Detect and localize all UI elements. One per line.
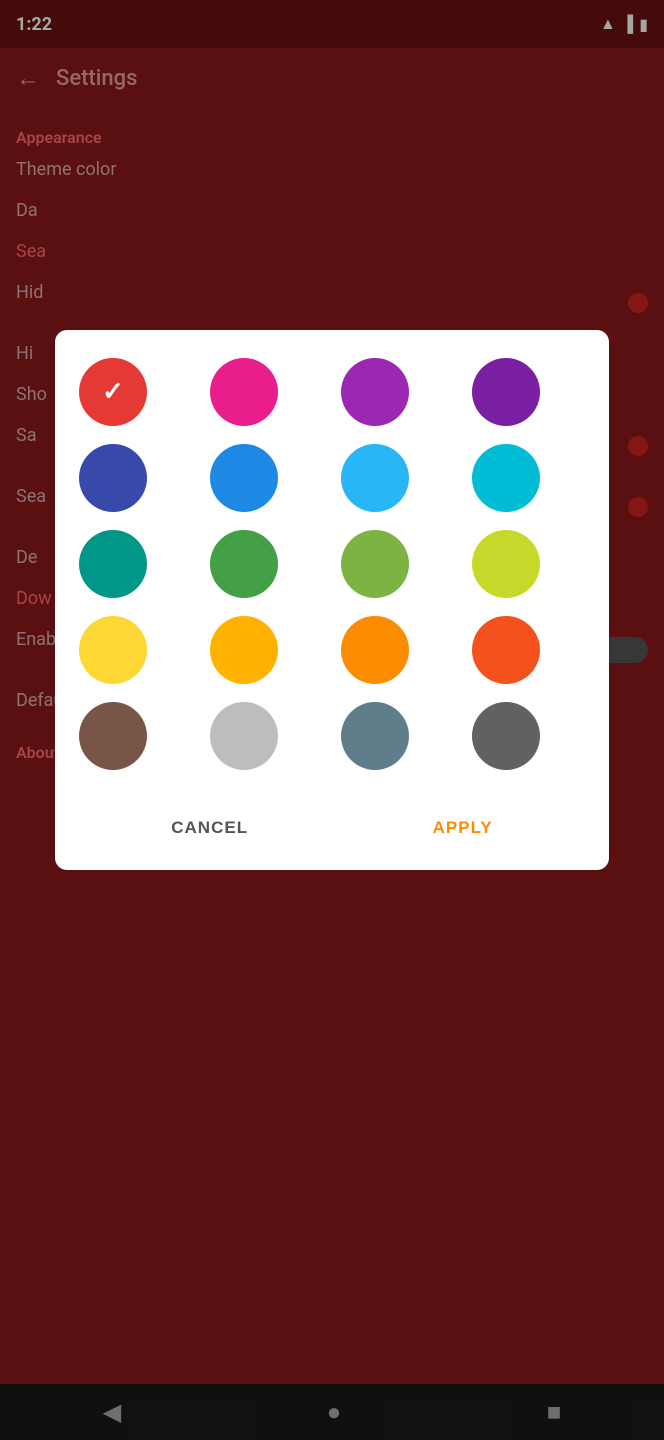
- apply-button[interactable]: APPLY: [401, 806, 525, 850]
- color-purple-dark[interactable]: [472, 358, 540, 426]
- color-orange[interactable]: [341, 616, 409, 684]
- color-brown[interactable]: [79, 702, 147, 770]
- color-indigo[interactable]: [79, 444, 147, 512]
- color-pink[interactable]: [210, 358, 278, 426]
- color-green[interactable]: [210, 530, 278, 598]
- color-dark-grey[interactable]: [472, 702, 540, 770]
- color-yellow[interactable]: [79, 616, 147, 684]
- color-grid: [79, 358, 585, 770]
- color-amber[interactable]: [210, 616, 278, 684]
- cancel-button[interactable]: CANCEL: [139, 806, 280, 850]
- color-grey[interactable]: [210, 702, 278, 770]
- color-picker-dialog: CANCEL APPLY: [55, 330, 609, 870]
- color-red[interactable]: [79, 358, 147, 426]
- color-blue[interactable]: [210, 444, 278, 512]
- color-cyan[interactable]: [472, 444, 540, 512]
- dialog-actions: CANCEL APPLY: [79, 798, 585, 850]
- color-blue-grey[interactable]: [341, 702, 409, 770]
- color-lime[interactable]: [472, 530, 540, 598]
- color-teal[interactable]: [79, 530, 147, 598]
- color-purple-medium[interactable]: [341, 358, 409, 426]
- color-light-blue[interactable]: [341, 444, 409, 512]
- color-light-green[interactable]: [341, 530, 409, 598]
- color-deep-orange[interactable]: [472, 616, 540, 684]
